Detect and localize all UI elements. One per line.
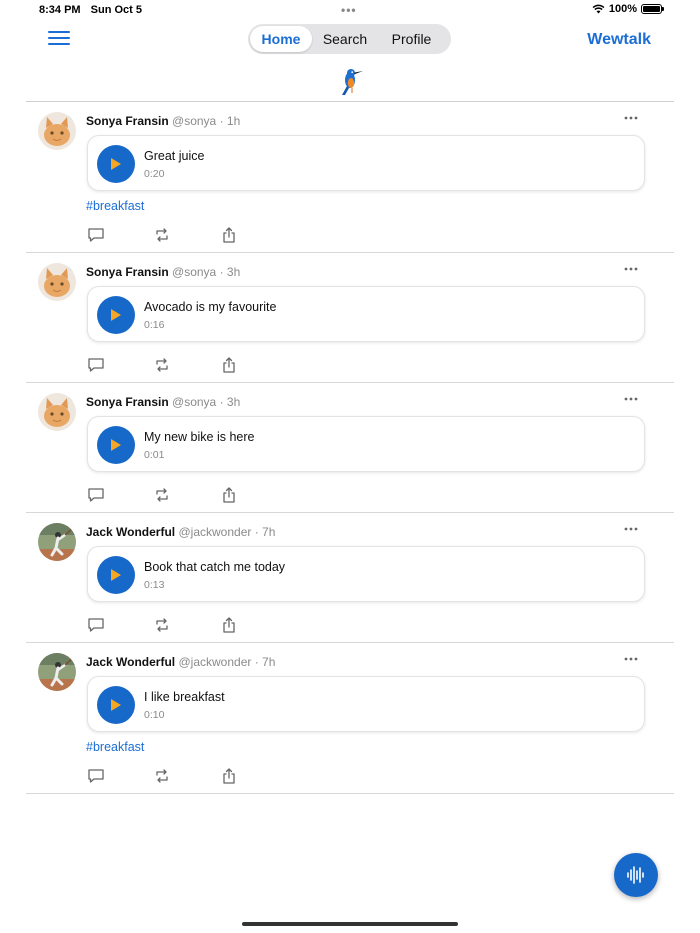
- avatar[interactable]: [38, 263, 76, 301]
- audio-card[interactable]: Great juice 0:20: [87, 135, 645, 191]
- comment-icon[interactable]: [87, 767, 105, 785]
- multitasking-dots-icon[interactable]: •••: [341, 3, 357, 17]
- audio-title: My new bike is here: [144, 430, 255, 444]
- status-time-date: 8:34 PM Sun Oct 5: [39, 4, 149, 16]
- avatar[interactable]: [38, 653, 76, 691]
- audio-duration: 0:10: [144, 709, 165, 721]
- audio-duration: 0:01: [144, 449, 165, 461]
- post-header: Jack Wonderful @jackwonder · 7h: [86, 655, 275, 669]
- share-icon[interactable]: [220, 356, 238, 374]
- comment-icon[interactable]: [87, 486, 105, 504]
- more-dots-icon[interactable]: [624, 526, 638, 532]
- post-card: Sonya Fransin @sonya · 3h Avocado is my …: [26, 253, 674, 383]
- repost-icon[interactable]: [153, 356, 171, 374]
- brand-link[interactable]: Wewtalk: [587, 31, 651, 49]
- share-icon[interactable]: [220, 486, 238, 504]
- author-name[interactable]: Jack Wonderful: [86, 655, 175, 669]
- post-header: Sonya Fransin @sonya · 1h: [86, 114, 240, 128]
- play-icon: [111, 699, 121, 711]
- audio-duration: 0:13: [144, 579, 165, 591]
- comment-icon[interactable]: [87, 356, 105, 374]
- audio-title: I like breakfast: [144, 690, 225, 704]
- play-button[interactable]: [97, 426, 135, 464]
- play-icon: [111, 569, 121, 581]
- battery-icon: [641, 4, 664, 14]
- play-icon: [111, 158, 121, 170]
- post-header: Jack Wonderful @jackwonder · 7h: [86, 525, 275, 539]
- post-header: Sonya Fransin @sonya · 3h: [86, 395, 240, 409]
- author-name[interactable]: Sonya Fransin: [86, 395, 169, 409]
- author-meta: @jackwonder · 7h: [178, 655, 276, 669]
- battery-percent: 100%: [608, 3, 637, 15]
- audio-wave-icon: [627, 866, 644, 884]
- status-bar: 8:34 PM Sun Oct 5 ••• 100%: [0, 0, 700, 22]
- audio-title: Great juice: [144, 149, 205, 163]
- avatar[interactable]: [38, 393, 76, 431]
- hamburger-menu-icon[interactable]: [48, 31, 70, 47]
- baseball-avatar-icon: [38, 523, 76, 561]
- author-name[interactable]: Jack Wonderful: [86, 525, 175, 539]
- tab-search[interactable]: Search: [312, 26, 378, 52]
- audio-card[interactable]: Book that catch me today 0:13: [87, 546, 645, 602]
- repost-icon[interactable]: [153, 226, 171, 244]
- audio-card[interactable]: I like breakfast 0:10: [87, 676, 645, 732]
- author-name[interactable]: Sonya Fransin: [86, 265, 169, 279]
- tab-home[interactable]: Home: [250, 26, 312, 52]
- post-card: Jack Wonderful @jackwonder · 7h Book tha…: [26, 513, 674, 643]
- audio-card[interactable]: My new bike is here 0:01: [87, 416, 645, 472]
- author-name[interactable]: Sonya Fransin: [86, 114, 169, 128]
- kingfisher-logo-icon: [342, 69, 363, 95]
- audio-duration: 0:20: [144, 168, 165, 180]
- comment-icon[interactable]: [87, 226, 105, 244]
- audio-duration: 0:16: [144, 319, 165, 331]
- post-card: Sonya Fransin @sonya · 3h My new bike is…: [26, 383, 674, 513]
- home-indicator[interactable]: [242, 922, 458, 926]
- play-button[interactable]: [97, 556, 135, 594]
- more-dots-icon[interactable]: [624, 115, 638, 121]
- cat-avatar-icon: [38, 263, 76, 301]
- avatar[interactable]: [38, 523, 76, 561]
- author-meta: @jackwonder · 7h: [178, 525, 276, 539]
- share-icon[interactable]: [220, 226, 238, 244]
- wifi-icon: [592, 4, 605, 14]
- status-date: Sun Oct 5: [90, 4, 142, 16]
- play-button[interactable]: [97, 686, 135, 724]
- more-dots-icon[interactable]: [624, 656, 638, 662]
- more-dots-icon[interactable]: [624, 266, 638, 272]
- hashtag-link[interactable]: #breakfast: [86, 740, 144, 754]
- cat-avatar-icon: [38, 393, 76, 431]
- post-header: Sonya Fransin @sonya · 3h: [86, 265, 240, 279]
- share-icon[interactable]: [220, 616, 238, 634]
- play-icon: [111, 309, 121, 321]
- tab-switcher: Home Search Profile: [248, 24, 451, 54]
- play-button[interactable]: [97, 296, 135, 334]
- cat-avatar-icon: [38, 112, 76, 150]
- record-audio-button[interactable]: [614, 853, 658, 897]
- status-time: 8:34 PM: [39, 4, 81, 16]
- post-card: Jack Wonderful @jackwonder · 7h I like b…: [26, 643, 674, 794]
- avatar[interactable]: [38, 112, 76, 150]
- feed: Sonya Fransin @sonya · 1h Great juice 0:…: [26, 101, 674, 794]
- play-icon: [111, 439, 121, 451]
- audio-title: Book that catch me today: [144, 560, 286, 574]
- baseball-avatar-icon: [38, 653, 76, 691]
- post-card: Sonya Fransin @sonya · 1h Great juice 0:…: [26, 102, 674, 253]
- author-meta: @sonya · 3h: [172, 265, 241, 279]
- author-meta: @sonya · 3h: [172, 395, 241, 409]
- repost-icon[interactable]: [153, 616, 171, 634]
- comment-icon[interactable]: [87, 616, 105, 634]
- hashtag-link[interactable]: #breakfast: [86, 199, 144, 213]
- share-icon[interactable]: [220, 767, 238, 785]
- author-meta: @sonya · 1h: [172, 114, 241, 128]
- audio-card[interactable]: Avocado is my favourite 0:16: [87, 286, 645, 342]
- status-indicators: 100%: [592, 3, 664, 15]
- play-button[interactable]: [97, 145, 135, 183]
- repost-icon[interactable]: [153, 767, 171, 785]
- tab-profile[interactable]: Profile: [378, 26, 445, 52]
- audio-title: Avocado is my favourite: [144, 300, 277, 314]
- more-dots-icon[interactable]: [624, 396, 638, 402]
- repost-icon[interactable]: [153, 486, 171, 504]
